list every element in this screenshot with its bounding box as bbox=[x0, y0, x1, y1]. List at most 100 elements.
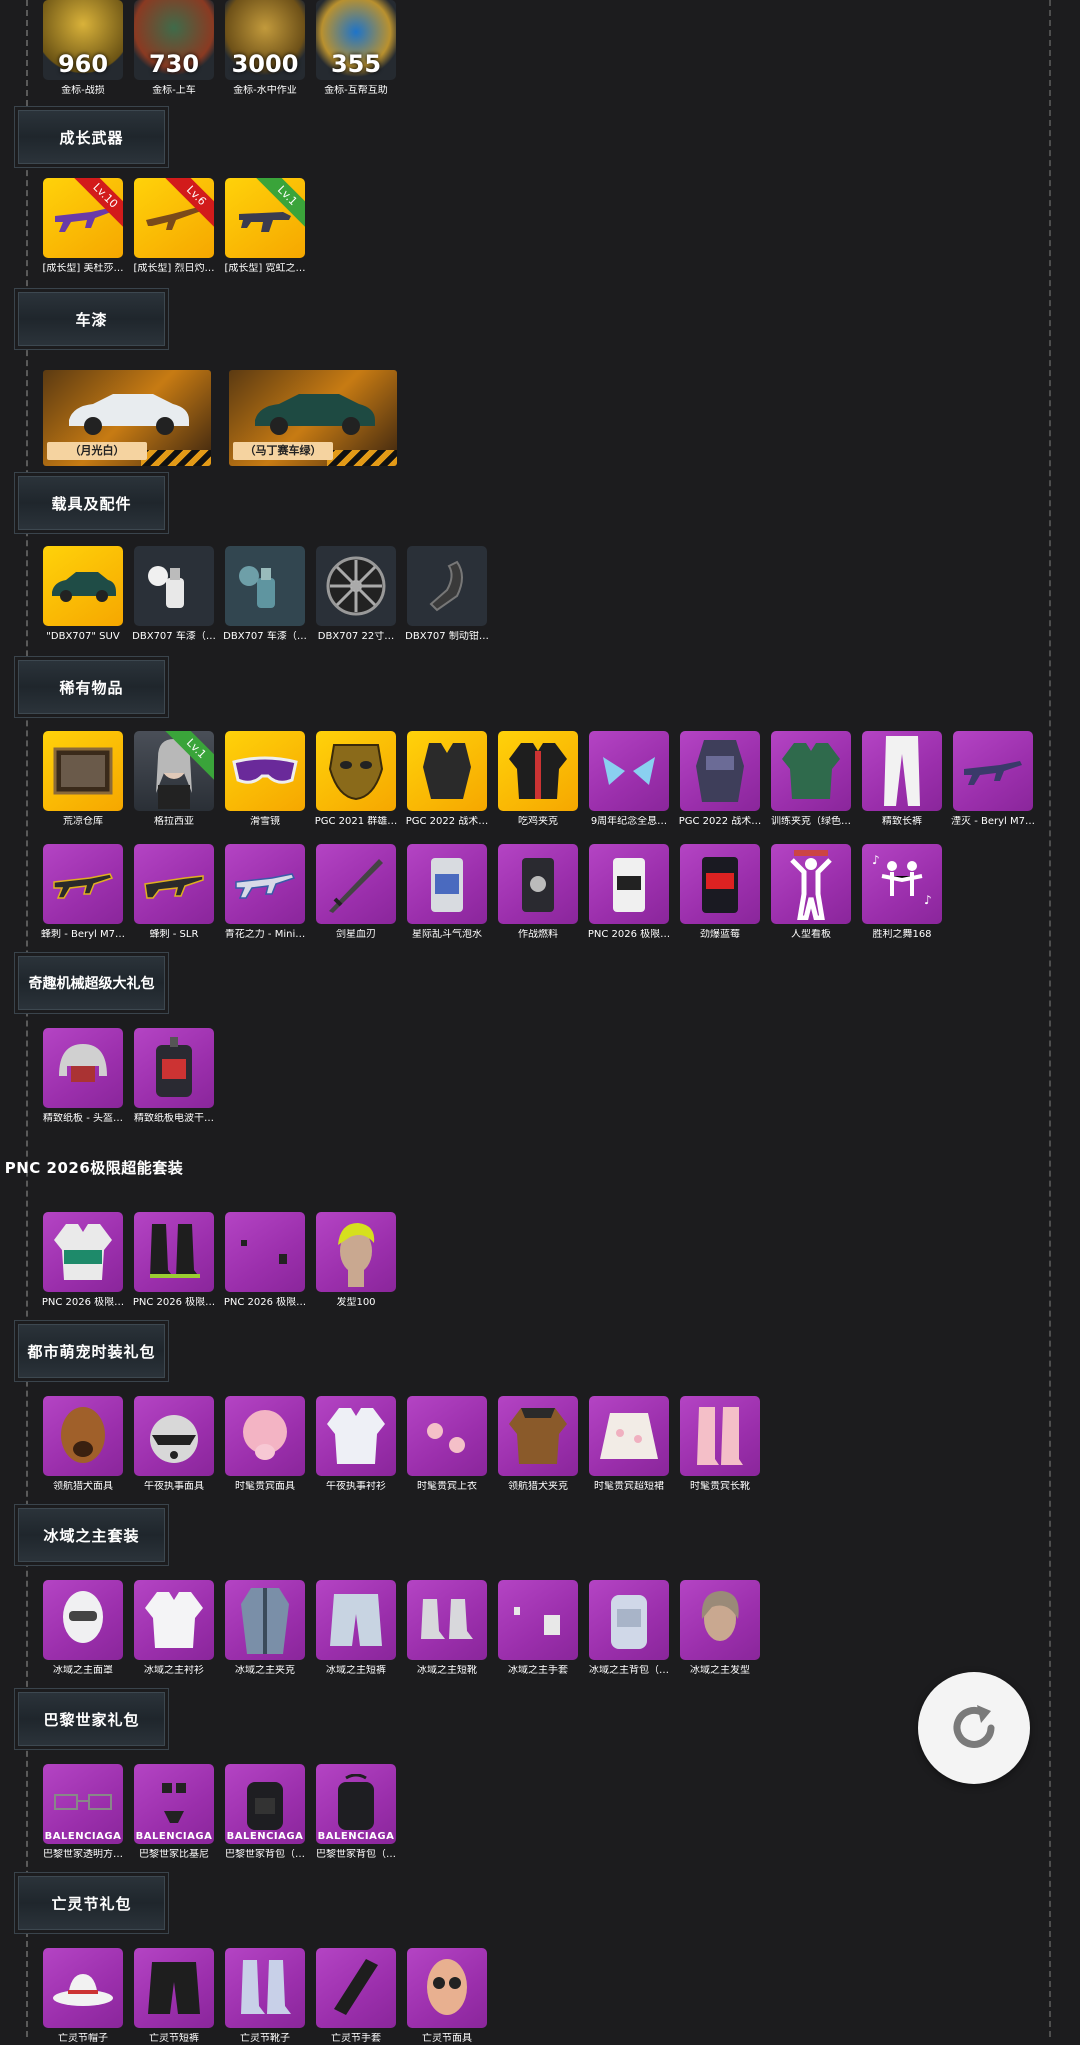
section-header-rare-items: 稀有物品 bbox=[18, 660, 165, 714]
section-title: 都市萌宠时装礼包 bbox=[27, 1342, 156, 1361]
pack-item[interactable]: 时髦贵宾上衣 bbox=[407, 1396, 487, 1493]
item-label: 青花之力 - Mini… bbox=[224, 929, 306, 940]
rare-item[interactable]: 训练夹克（绿色… bbox=[771, 731, 851, 828]
pack-item[interactable]: 领航猎犬面具 bbox=[43, 1396, 123, 1493]
hazard-stripe bbox=[141, 450, 211, 466]
vehicle-item[interactable]: DBX707 22寸… bbox=[316, 546, 396, 643]
item-label: 格拉西亚 bbox=[154, 816, 194, 827]
rare-item[interactable]: PGC 2022 战术… bbox=[405, 731, 489, 828]
pack-item[interactable]: 午夜执事衬衫 bbox=[316, 1396, 396, 1493]
rare-item[interactable]: 剑星血刃 bbox=[316, 844, 396, 941]
pack-item[interactable]: BALENCIAGA 巴黎世家比基尼 bbox=[134, 1764, 214, 1861]
vehicle-item[interactable]: DBX707 车漆（… bbox=[223, 546, 307, 643]
picture-frame-icon bbox=[43, 731, 123, 811]
pack-item[interactable]: PNC 2026 极限… bbox=[42, 1212, 124, 1309]
item-label: 人型看板 bbox=[791, 929, 831, 940]
weapon-item[interactable]: Lv.1 [成长型] 霓虹之… bbox=[225, 178, 305, 275]
medal-item[interactable]: 730 金标-上车 bbox=[134, 0, 214, 97]
medal-item[interactable]: 960 金标-战损 bbox=[43, 0, 123, 97]
rare-item[interactable]: 湮灭 - Beryl M7… bbox=[951, 731, 1035, 828]
pack-item[interactable]: 午夜执事面具 bbox=[134, 1396, 214, 1493]
weapon-item[interactable]: Lv.10 [成长型] 美杜莎… bbox=[43, 178, 123, 275]
pack-item[interactable]: 冰域之主夹克 bbox=[225, 1580, 305, 1677]
item-label: PGC 2022 战术… bbox=[405, 816, 489, 827]
rare-item[interactable]: 劲爆蓝莓 bbox=[680, 844, 760, 941]
rare-item[interactable]: 荒凉仓库 bbox=[43, 731, 123, 828]
pack-item[interactable]: BALENCIAGA 巴黎世家透明方… bbox=[43, 1764, 123, 1861]
item-label: 精致纸板电波干… bbox=[134, 1113, 214, 1124]
pack-item[interactable]: 时髦贵宾长靴 bbox=[680, 1396, 760, 1493]
long-boots-icon bbox=[680, 1396, 760, 1476]
pack-item[interactable]: 发型100 bbox=[316, 1212, 396, 1309]
pack-item[interactable]: 冰域之主衬衫 bbox=[134, 1580, 214, 1677]
rare-item[interactable]: Lv.1 格拉西亚 bbox=[134, 731, 214, 828]
item-label: PGC 2022 战术… bbox=[678, 816, 762, 827]
section-header-pnc-suit: PNC 2026极限超能套装 bbox=[2, 1140, 186, 1194]
pack-item[interactable]: 亡灵节手套 bbox=[316, 1948, 396, 2045]
pack-item[interactable]: 亡灵节帽子 bbox=[43, 1948, 123, 2045]
rare-item[interactable]: 9周年纪念全息… bbox=[589, 731, 669, 828]
hologram-ears-icon bbox=[589, 731, 669, 811]
medal-value: 3000 bbox=[231, 50, 299, 78]
pack-item[interactable]: 冰域之主短裤 bbox=[316, 1580, 396, 1677]
item-label: 作战燃料 bbox=[518, 929, 558, 940]
item-label: 亡灵节短裤 bbox=[149, 2033, 199, 2044]
cowboy-hat-icon bbox=[43, 1948, 123, 2028]
car-paint-card[interactable]: （马丁赛车绿） bbox=[229, 370, 397, 466]
pack-item[interactable]: BALENCIAGA 巴黎世家背包（… bbox=[316, 1764, 396, 1861]
pack-item[interactable]: 精致纸板 - 头盔… bbox=[43, 1028, 123, 1125]
item-label: 时髦贵宾长靴 bbox=[690, 1481, 750, 1492]
pack-item[interactable]: PNC 2026 极限… bbox=[224, 1212, 306, 1309]
pack-item[interactable]: 冰域之主背包（… bbox=[589, 1580, 669, 1677]
hoodie-icon bbox=[43, 1212, 123, 1292]
mask-icon bbox=[316, 731, 396, 811]
pack-item[interactable]: 精致纸板电波干… bbox=[134, 1028, 214, 1125]
item-label: 冰域之主衬衫 bbox=[144, 1665, 204, 1676]
item-label: 巴黎世家比基尼 bbox=[139, 1849, 209, 1860]
vehicle-item[interactable]: DBX707 制动钳… bbox=[405, 546, 489, 643]
item-label: PGC 2021 群雄… bbox=[314, 816, 398, 827]
rare-item[interactable]: PNC 2026 极限… bbox=[588, 844, 670, 941]
rare-item[interactable]: 星际乱斗气泡水 bbox=[407, 844, 487, 941]
pack-item[interactable]: PNC 2026 极限… bbox=[133, 1212, 215, 1309]
scroll-guide-line bbox=[1049, 0, 1051, 2037]
item-label: 蜂刺 - Beryl M7… bbox=[41, 929, 125, 940]
wheel-icon bbox=[316, 546, 396, 626]
medal-item[interactable]: 3000 金标-水中作业 bbox=[225, 0, 305, 97]
pack-item[interactable]: 冰域之主短靴 bbox=[407, 1580, 487, 1677]
pack-item[interactable]: 亡灵节靴子 bbox=[225, 1948, 305, 2045]
pack-item[interactable]: BALENCIAGA 巴黎世家背包（… bbox=[225, 1764, 305, 1861]
vehicle-item[interactable]: DBX707 车漆（… bbox=[132, 546, 216, 643]
pack-item[interactable]: 亡灵节短裤 bbox=[134, 1948, 214, 2045]
rare-item[interactable]: 吃鸡夹克 bbox=[498, 731, 578, 828]
refresh-button[interactable] bbox=[918, 1672, 1030, 1784]
rare-item[interactable]: 滑雪镜 bbox=[225, 731, 305, 828]
long-coat-icon bbox=[225, 1580, 305, 1660]
pack-item[interactable]: 时髦贵宾面具 bbox=[225, 1396, 305, 1493]
pack-item[interactable]: 领航猎犬夹克 bbox=[498, 1396, 578, 1493]
rare-item[interactable]: 蜂刺 - SLR bbox=[134, 844, 214, 941]
item-label: 荒凉仓库 bbox=[63, 816, 103, 827]
rare-item[interactable]: ♪ ♪ 胜利之舞168 bbox=[862, 844, 942, 941]
pack-item[interactable]: 冰域之主发型 bbox=[680, 1580, 760, 1677]
rare-item[interactable]: PGC 2022 战术… bbox=[678, 731, 762, 828]
pack-item[interactable]: 亡灵节面具 bbox=[407, 1948, 487, 2045]
pack-item[interactable]: 冰域之主手套 bbox=[498, 1580, 578, 1677]
rare-item[interactable]: 作战燃料 bbox=[498, 844, 578, 941]
vehicle-item[interactable]: "DBX707" SUV bbox=[43, 546, 123, 643]
item-label: [成长型] 烈日灼… bbox=[133, 263, 215, 274]
rare-item[interactable]: 人型看板 bbox=[771, 844, 851, 941]
pack-item[interactable]: 冰域之主面罩 bbox=[43, 1580, 123, 1677]
soda-can-icon bbox=[407, 844, 487, 924]
rare-item[interactable]: PGC 2021 群雄… bbox=[314, 731, 398, 828]
weapon-item[interactable]: Lv.6 [成长型] 烈日灼… bbox=[134, 178, 214, 275]
rare-item[interactable]: 精致长裤 bbox=[862, 731, 942, 828]
rare-item[interactable]: 青花之力 - Mini… bbox=[225, 844, 305, 941]
rare-item[interactable]: 蜂刺 - Beryl M7… bbox=[41, 844, 125, 941]
pack-item[interactable]: 时髦贵宾超短裙 bbox=[589, 1396, 669, 1493]
section-header-mech-pack: 奇趣机械超级大礼包 bbox=[18, 956, 165, 1010]
medal-icon: 960 bbox=[43, 0, 123, 80]
medal-item[interactable]: 355 金标-互帮互助 bbox=[316, 0, 396, 97]
car-paint-card[interactable]: （月光白） bbox=[43, 370, 211, 466]
green-jacket-icon bbox=[771, 731, 851, 811]
